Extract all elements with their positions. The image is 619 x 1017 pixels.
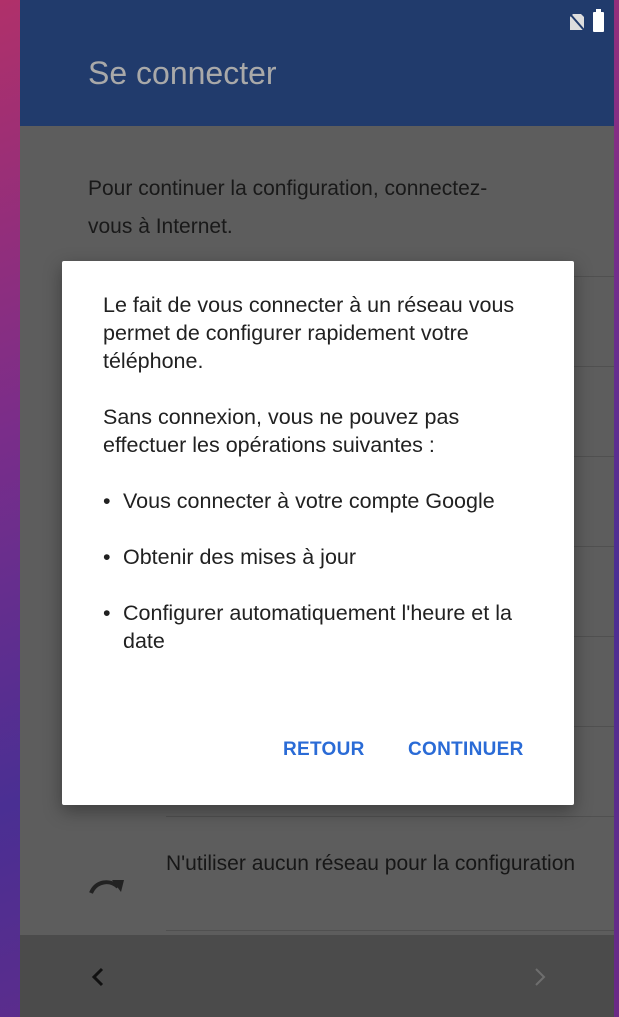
battery-icon	[593, 9, 604, 32]
chevron-right-icon[interactable]	[528, 963, 552, 991]
skip-network-label: N'utiliser aucun réseau pour la configur…	[166, 852, 576, 875]
skip-network-option[interactable]: N'utiliser aucun réseau pour la configur…	[20, 840, 614, 930]
dialog-paragraph: Le fait de vous connecter à un réseau vo…	[103, 293, 515, 373]
list-item: Obtenir des mises à jour	[103, 543, 543, 571]
intro-text: Pour continuer la configuration, connect…	[88, 177, 488, 238]
list-item: Configurer automatiquement l'heure et la…	[103, 599, 543, 655]
list-divider	[166, 930, 614, 931]
app-bar: Se connecter	[20, 0, 614, 126]
continue-button[interactable]: CONTINUER	[408, 739, 524, 761]
list-item: Vous connecter à votre compte Google	[103, 487, 543, 515]
back-button[interactable]: RETOUR	[283, 739, 365, 761]
list-divider	[166, 816, 614, 817]
page-title: Se connecter	[88, 55, 277, 91]
status-bar	[569, 9, 604, 32]
dialog-body: Le fait de vous connecter à un réseau vo…	[103, 291, 543, 655]
bottom-nav-bar	[20, 935, 614, 1017]
redo-arrow-icon	[88, 871, 128, 899]
network-warning-dialog: Le fait de vous connecter à un réseau vo…	[62, 261, 574, 805]
dialog-bullet-list: Vous connecter à votre compte Google Obt…	[103, 487, 543, 655]
dialog-paragraph: Sans connexion, vous ne pouvez pas effec…	[103, 405, 460, 457]
no-sim-icon	[569, 13, 585, 31]
chevron-left-icon[interactable]	[86, 963, 110, 991]
